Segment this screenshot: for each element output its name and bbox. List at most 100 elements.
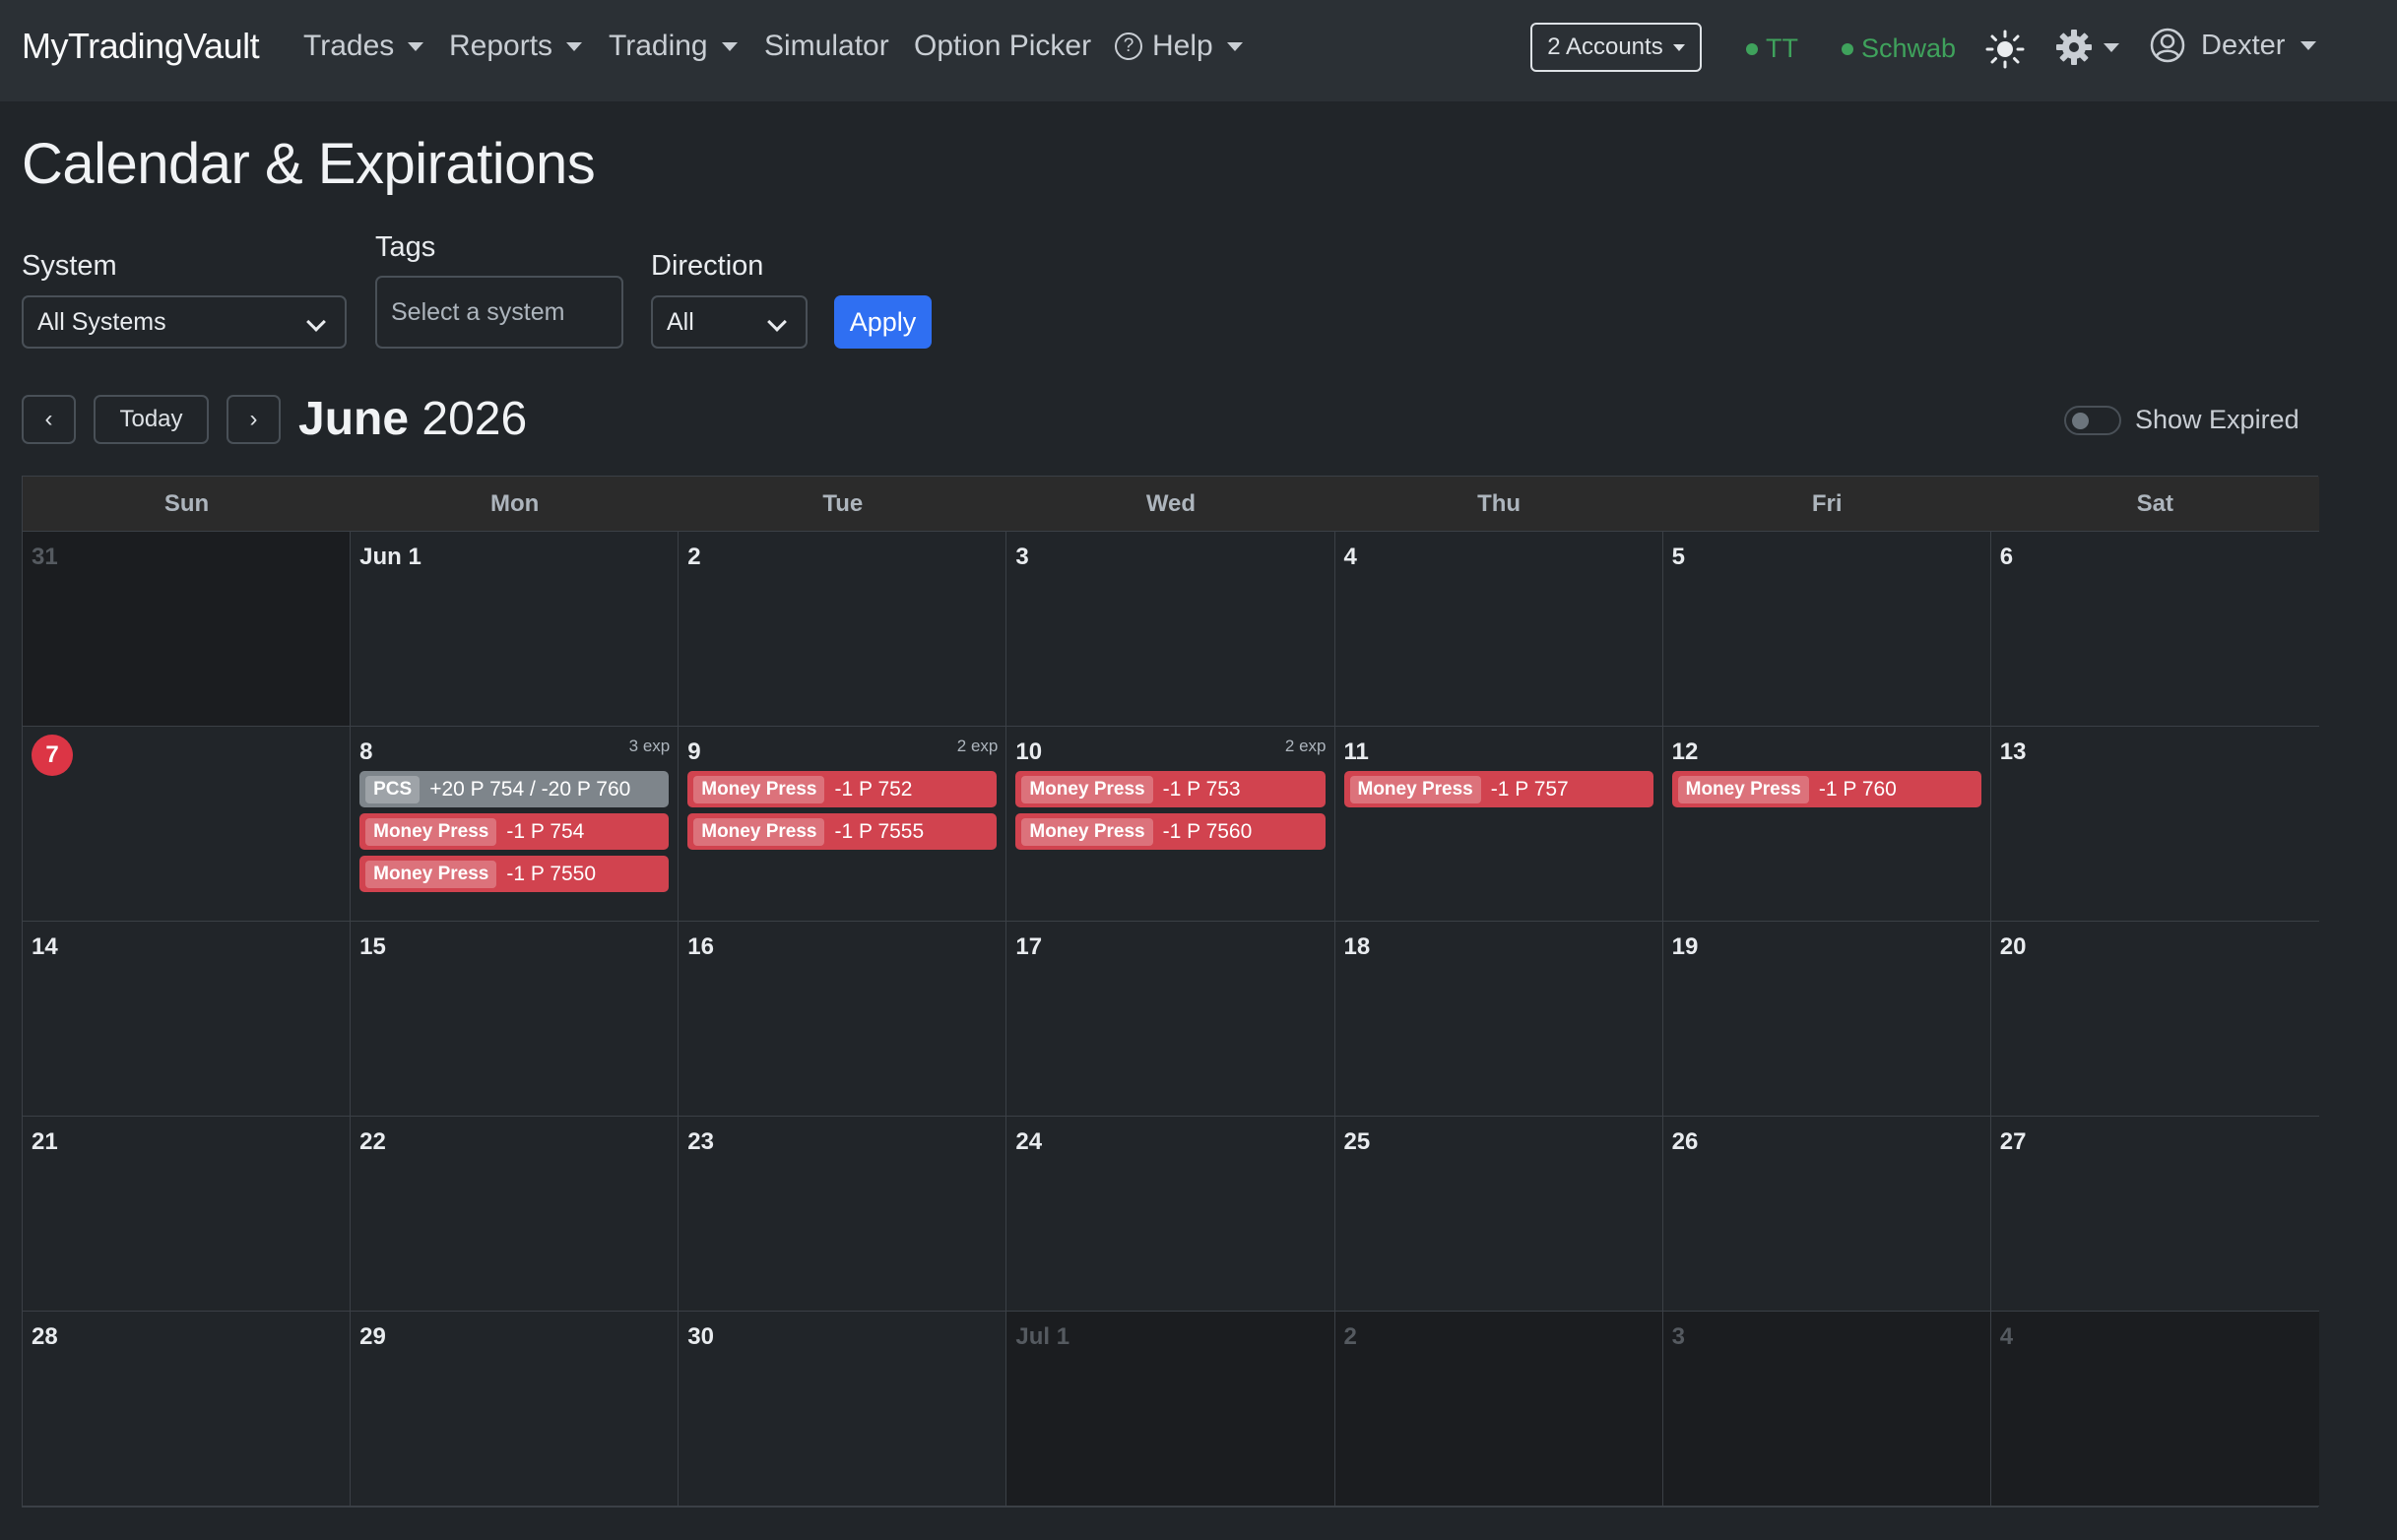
calendar-day-cell[interactable]: 8 3 exp PCS +20 P 754 / -20 P 760 Money Pres… (351, 727, 680, 922)
nav-help[interactable]: ? Help (1115, 30, 1243, 63)
system-label: System (22, 250, 117, 282)
calendar-day-cell[interactable]: 11 Money Press -1 P 757 (1334, 727, 1663, 922)
calendar-day-cell[interactable]: 31 (23, 532, 352, 727)
day-number: 5 (1671, 544, 1685, 570)
calendar-day-cell[interactable]: 6 (1990, 532, 2319, 727)
calendar-day-cell[interactable]: 5 (1662, 532, 1991, 727)
event-system-tag: Money Press (365, 817, 497, 846)
direction-select[interactable]: All (651, 295, 808, 349)
calendar-day-cell[interactable]: 25 (1334, 1117, 1663, 1312)
tags-input[interactable]: Select a system (375, 276, 623, 349)
chevron-down-icon (2104, 42, 2119, 52)
calendar-day-cell[interactable]: 14 (23, 922, 352, 1117)
calendar-day-cell[interactable]: 3 (1006, 532, 1335, 727)
expiration-count: 3 exp (628, 737, 671, 755)
nav-simulator[interactable]: Simulator (764, 30, 889, 63)
nav-reports-label: Reports (449, 30, 553, 62)
calendar-day-cell[interactable]: 12 Money Press -1 P 760 (1662, 727, 1991, 922)
show-expired-toggle[interactable] (2064, 406, 2121, 435)
calendar-event[interactable]: Money Press -1 P 7560 (1015, 813, 1326, 850)
calendar-event[interactable]: Money Press -1 P 7550 (359, 856, 670, 892)
accounts-label: 2 Accounts (1547, 33, 1663, 60)
year-value: 2026 (421, 393, 528, 445)
event-description: -1 P 760 (1818, 777, 1897, 801)
calendar-day-cell[interactable]: Jul 1 (1006, 1312, 1335, 1507)
sun-icon[interactable] (1985, 30, 2025, 69)
settings-dropdown[interactable] (2054, 28, 2119, 67)
nav-trades[interactable]: Trades (303, 30, 424, 63)
system-select-value: All Systems (37, 307, 166, 336)
nav-trades-label: Trades (303, 30, 395, 62)
chevron-down-icon (1226, 41, 1243, 51)
user-menu[interactable]: Dexter (2150, 28, 2317, 63)
calendar-day-cell[interactable]: 4 (1990, 1312, 2319, 1507)
calendar-day-cell[interactable]: 16 (679, 922, 1007, 1117)
calendar-day-cell[interactable]: 30 (679, 1312, 1007, 1507)
next-month-button[interactable]: › (227, 395, 281, 444)
calendar-day-cell[interactable]: 19 (1662, 922, 1991, 1117)
calendar-day-cell[interactable]: 28 (23, 1312, 352, 1507)
calendar-day-cell[interactable]: Jun 1 (351, 532, 680, 727)
calendar-day-cell[interactable]: 10 2 exp Money Press -1 P 753 Money Press -1 … (1006, 727, 1335, 922)
nav-option-picker[interactable]: Option Picker (914, 30, 1091, 63)
day-number: 22 (359, 1128, 386, 1155)
calendar-event[interactable]: Money Press -1 P 757 (1343, 771, 1653, 807)
day-number: 2 (687, 544, 701, 570)
chevron-down-icon (2300, 40, 2317, 50)
calendar-day-cell[interactable]: 27 (1990, 1117, 2319, 1312)
day-number: 24 (1015, 1128, 1043, 1155)
day-number: 20 (1999, 933, 2027, 960)
day-number: 14 (32, 933, 58, 960)
event-system-tag: Money Press (1021, 817, 1153, 846)
calendar-event[interactable]: Money Press -1 P 760 (1671, 771, 1981, 807)
calendar-day-cell[interactable]: 29 (351, 1312, 680, 1507)
top-navbar: MyTradingVault Trades Reports Trading Si… (0, 0, 2397, 101)
calendar-event[interactable]: Money Press -1 P 753 (1015, 771, 1326, 807)
calendar-day-cell[interactable]: 4 (1334, 532, 1663, 727)
event-description: -1 P 7555 (834, 819, 925, 843)
calendar-day-cell[interactable]: 2 (679, 532, 1007, 727)
calendar-day-cell[interactable]: 23 (679, 1117, 1007, 1312)
calendar-day-cell[interactable]: 2 (1334, 1312, 1663, 1507)
calendar-event[interactable]: Money Press -1 P 7555 (687, 813, 998, 850)
calendar-day-cell[interactable]: 22 (351, 1117, 680, 1312)
nav-option-picker-label: Option Picker (914, 30, 1092, 62)
calendar-day-cell[interactable]: 13 (1990, 727, 2319, 922)
calendar-day-cell[interactable]: 21 (23, 1117, 352, 1312)
brand-logo[interactable]: MyTradingVault (22, 26, 260, 67)
system-select[interactable]: All Systems (22, 295, 347, 349)
calendar-day-cell[interactable]: 7 (23, 727, 352, 922)
event-system-tag: Money Press (693, 775, 825, 803)
nav-trading[interactable]: Trading (609, 30, 738, 63)
calendar-day-cell[interactable]: 9 2 exp Money Press -1 P 752 Money Press -1 P… (679, 727, 1007, 922)
day-number: 12 (1671, 738, 1699, 765)
status-schwab-label: Schwab (1861, 33, 1957, 63)
event-description: -1 P 7550 (506, 862, 597, 885)
accounts-dropdown-button[interactable]: 2 Accounts (1530, 23, 1702, 72)
calendar-day-cell[interactable]: 18 (1334, 922, 1663, 1117)
calendar-day-cell[interactable]: 17 (1006, 922, 1335, 1117)
apply-button[interactable]: Apply (834, 295, 932, 349)
direction-select-value: All (667, 307, 694, 336)
day-number: 15 (359, 933, 386, 960)
day-number: 4 (1999, 1323, 2014, 1350)
today-button[interactable]: Today (94, 395, 209, 444)
question-circle-icon: ? (1115, 32, 1142, 60)
calendar-day-cell[interactable]: 15 (351, 922, 680, 1117)
calendar-day-cell[interactable]: 24 (1006, 1117, 1335, 1312)
calendar-event[interactable]: Money Press -1 P 754 (359, 813, 670, 850)
day-number: 25 (1343, 1128, 1371, 1155)
calendar-day-cell[interactable]: 26 (1662, 1117, 1991, 1312)
user-name: Dexter (2201, 29, 2286, 61)
prev-month-button[interactable]: ‹ (22, 395, 76, 444)
nav-reports[interactable]: Reports (449, 30, 583, 63)
event-system-tag: Money Press (1021, 775, 1153, 803)
calendar-day-cell[interactable]: 20 (1990, 922, 2319, 1117)
weekday-tue: Tue (822, 489, 864, 517)
chevron-down-icon (1672, 43, 1685, 51)
calendar-day-cell[interactable]: 3 (1662, 1312, 1991, 1507)
calendar-event[interactable]: Money Press -1 P 752 (687, 771, 998, 807)
event-description: -1 P 752 (834, 777, 913, 801)
calendar-event[interactable]: PCS +20 P 754 / -20 P 760 (359, 771, 670, 807)
day-number: 23 (687, 1128, 714, 1155)
